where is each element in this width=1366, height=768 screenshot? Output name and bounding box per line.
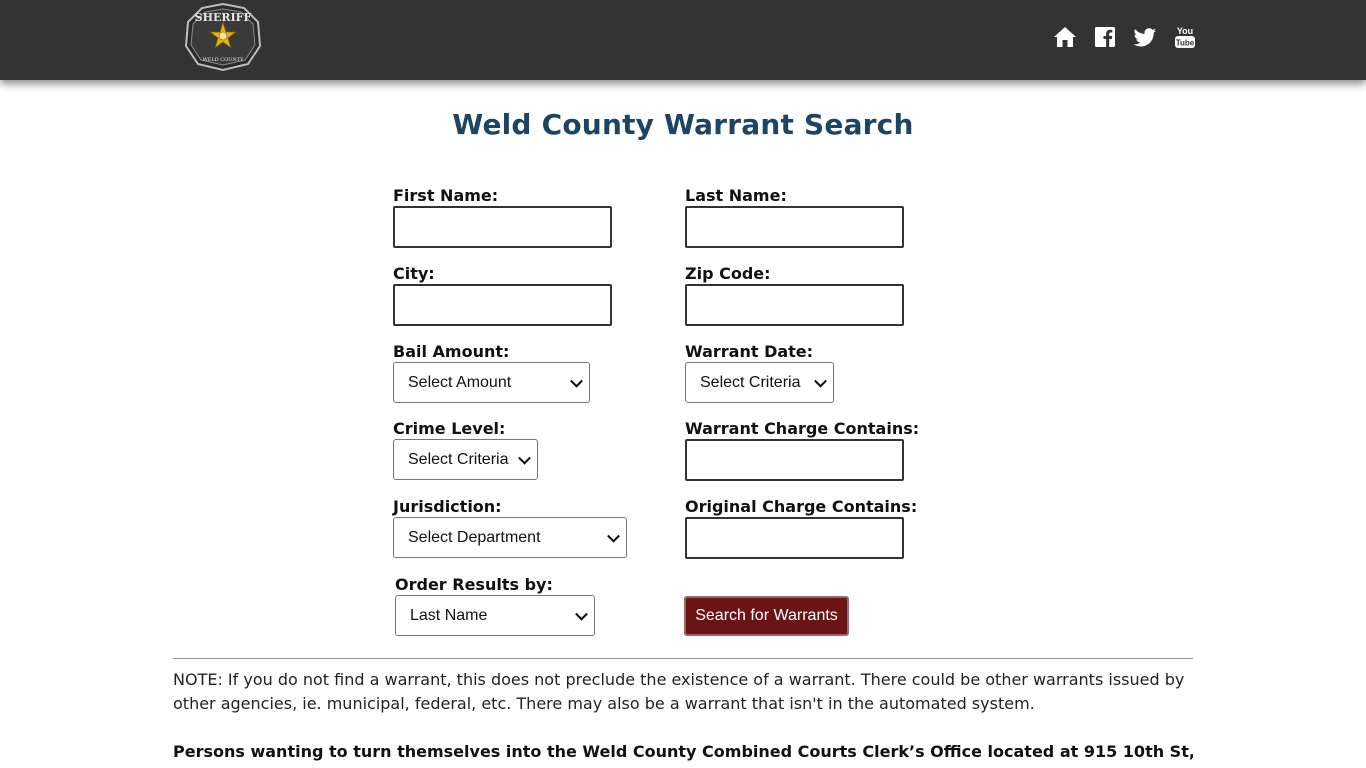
crime-level-label: Crime Level: [393,419,506,438]
top-navigation-bar: SHERIFF WELD COUNTY You Tube [0,0,1366,80]
persons-notice-text: Persons wanting to turn themselves into … [173,742,1193,761]
svg-text:You: You [1177,26,1193,36]
chevron-down-icon [607,529,620,543]
sheriff-badge-logo[interactable]: SHERIFF WELD COUNTY [184,2,262,72]
jurisdiction-label: Jurisdiction: [393,497,502,516]
jurisdiction-selected: Select Department [408,529,541,546]
facebook-icon[interactable] [1093,25,1117,49]
warrant-date-selected: Select Criteria [700,374,801,391]
svg-text:SHERIFF: SHERIFF [195,11,252,24]
search-for-warrants-button[interactable]: Search for Warrants [684,596,849,636]
original-charge-input[interactable] [685,517,904,559]
order-results-selected: Last Name [410,607,488,624]
svg-text:Tube: Tube [1176,39,1195,48]
jurisdiction-select[interactable]: Select Department [393,517,627,558]
crime-level-select[interactable]: Select Criteria [393,439,538,480]
first-name-label: First Name: [393,186,499,205]
warrant-date-select[interactable]: Select Criteria [685,362,834,403]
social-links: You Tube [1053,25,1197,49]
chevron-down-icon [518,451,531,465]
city-label: City: [393,264,435,283]
note-text: NOTE: If you do not find a warrant, this… [173,670,1185,713]
warrant-charge-label: Warrant Charge Contains: [685,419,920,438]
bail-amount-select[interactable]: Select Amount [393,362,590,403]
crime-level-selected: Select Criteria [408,451,509,468]
order-results-select[interactable]: Last Name [395,595,595,636]
zip-code-input[interactable] [685,284,904,326]
chevron-down-icon [570,374,583,388]
order-results-label: Order Results by: [395,575,553,594]
last-name-label: Last Name: [685,186,787,205]
chevron-down-icon [575,607,588,621]
warrant-charge-input[interactable] [685,439,904,481]
original-charge-label: Original Charge Contains: [685,497,918,516]
chevron-down-icon [814,374,827,388]
warrant-date-label: Warrant Date: [685,342,814,361]
twitter-icon[interactable] [1133,25,1157,49]
bail-amount-selected: Select Amount [408,374,512,391]
city-input[interactable] [393,284,612,326]
first-name-input[interactable] [393,206,612,248]
divider [173,658,1193,659]
zip-code-label: Zip Code: [685,264,771,283]
last-name-input[interactable] [685,206,904,248]
home-icon[interactable] [1053,25,1077,49]
bail-amount-label: Bail Amount: [393,342,510,361]
youtube-icon[interactable]: You Tube [1173,25,1197,49]
page-title: Weld County Warrant Search [452,108,914,141]
svg-text:WELD COUNTY: WELD COUNTY [203,57,245,63]
